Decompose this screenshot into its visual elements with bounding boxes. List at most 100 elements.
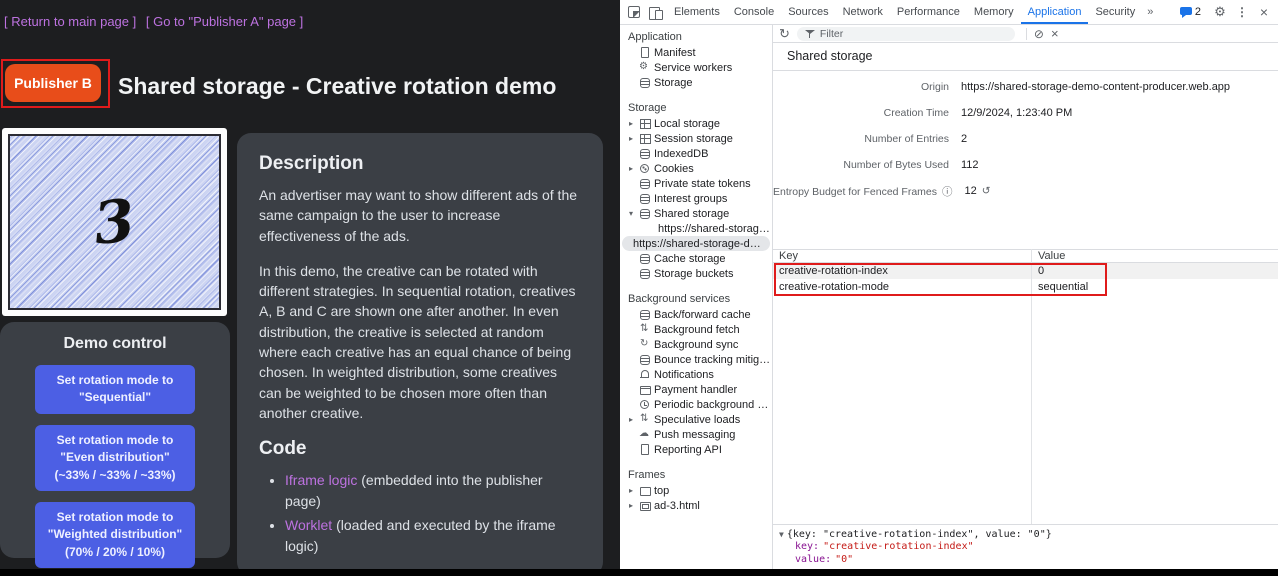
document-icon [639,47,650,58]
sidebar-item-label: Private state tokens [654,178,751,190]
page-nav-links: [ Return to main page ] [ Go to "Publish… [4,14,309,29]
section-header-application: Application [620,29,772,45]
sidebar-item-label: Background sync [654,339,738,351]
sidebar-item-periodic-background-s[interactable]: Periodic background s… [620,397,772,412]
demo-control-title: Demo control [0,335,230,353]
tab-application[interactable]: Application [1021,0,1089,24]
return-main-link[interactable]: [ Return to main page ] [4,14,136,29]
tab-network[interactable]: Network [836,0,890,24]
reset-budget-icon[interactable]: ↺ [982,185,991,197]
metadata-value: 12/9/2024, 1:23:40 PM [961,107,1072,119]
sidebar-item-storage[interactable]: Storage [620,75,772,90]
tab-elements[interactable]: Elements [667,0,727,24]
sidebar-item-indexeddb[interactable]: IndexedDB [620,146,772,161]
devtools-tabbar: ElementsConsoleSourcesNetworkPerformance… [620,0,1278,25]
sidebar-item-background-fetch[interactable]: Background fetch [620,322,772,337]
tab-console[interactable]: Console [727,0,781,24]
sidebar-item-private-state-tokens[interactable]: Private state tokens [620,176,772,191]
settings-gear-icon[interactable]: ⚙ [1209,0,1231,24]
metadata-value: 12↺ [965,185,991,197]
rotation-mode-button-weighted-distribution[interactable]: Set rotation mode to"Weighted distributi… [35,502,195,568]
code-title: Code [259,438,581,460]
publisher-page: [ Return to main page ] [ Go to "Publish… [0,0,620,576]
sidebar-item-bounce-tracking-mitiga[interactable]: Bounce tracking mitiga… [620,352,772,367]
sidebar-item-notifications[interactable]: Notifications [620,367,772,382]
sidebar-item-local-storage[interactable]: ▸Local storage [620,116,772,131]
issues-count: 2 [1195,6,1201,18]
filter-input[interactable]: Filter [797,27,1015,41]
code-link-iframe-logic[interactable]: Iframe logic [285,472,357,488]
sidebar-item-session-storage[interactable]: ▸Session storage [620,131,772,146]
expand-caret-icon[interactable]: ▼ [779,530,784,539]
sidebar-item-label: Interest groups [654,193,727,205]
sidebar-item-cache-storage[interactable]: Cache storage [620,251,772,266]
sidebar-item-label: https://shared-storage-d… [633,238,761,250]
sidebar-item-background-sync[interactable]: Background sync [620,337,772,352]
table-row-creative-rotation-mode[interactable]: creative-rotation-modesequential [773,279,1278,295]
sidebar-item-back-forward-cache[interactable]: Back/forward cache [620,307,772,322]
info-icon[interactable]: ⓘ [942,186,953,198]
button-line: Set rotation mode to [39,372,191,389]
tab-sources[interactable]: Sources [781,0,835,24]
publisher-b-badge[interactable]: Publisher B [5,64,101,102]
preview-props: key:"creative-rotation-index"value:"0" [779,541,1272,566]
gear-icon [639,62,650,73]
issues-badge[interactable]: 2 [1180,6,1201,18]
metadata-row-number-of-entries: Number of Entries2 [773,126,1278,152]
section-header-background-services: Background services [620,291,772,307]
sidebar-item-service-workers[interactable]: Service workers [620,60,772,75]
sidebar-item-label: Cookies [654,163,694,175]
table-icon [639,118,650,129]
sidebar-item-label: top [654,485,669,497]
sidebar-item-top[interactable]: ▸top [620,483,772,498]
sidebar-item-interest-groups[interactable]: Interest groups [620,191,772,206]
metadata-value: https://shared-storage-demo-content-prod… [961,81,1230,93]
sidebar-item-shared-storage[interactable]: ▾Shared storage [620,206,772,221]
cell-value: 0 [1031,263,1044,279]
devtools-window: ElementsConsoleSourcesNetworkPerformance… [620,0,1278,576]
sidebar-item-speculative-loads[interactable]: ▸Speculative loads [620,412,772,427]
close-devtools-icon[interactable]: × [1253,0,1275,24]
sidebar-item-ad-3-html[interactable]: ▸ad-3.html [620,498,772,513]
sidebar-item-manifest[interactable]: Manifest [620,45,772,60]
delete-selected-icon[interactable]: × [1051,26,1059,41]
sidebar-item-payment-handler[interactable]: Payment handler [620,382,772,397]
sidebar-item-https-shared-storage-d[interactable]: https://shared-storage-d… [620,221,772,236]
metadata-row-creation-time: Creation Time12/9/2024, 1:23:40 PM [773,100,1278,126]
database-icon [639,253,650,264]
rotation-mode-button-sequential[interactable]: Set rotation mode to"Sequential" [35,365,195,414]
updown-icon [639,414,650,425]
tab-memory[interactable]: Memory [967,0,1021,24]
shared-storage-metadata: Originhttps://shared-storage-demo-conten… [773,71,1278,243]
sidebar-item-label: Storage buckets [654,268,734,280]
sidebar-item-cookies[interactable]: ▸Cookies [620,161,772,176]
shared-storage-section-title: Shared storage [773,43,1278,71]
sidebar-item-reporting-api[interactable]: Reporting API [620,442,772,457]
sidebar-item-https-shared-storage-d[interactable]: https://shared-storage-d… [622,236,770,251]
more-tabs-icon[interactable]: » [1142,6,1158,18]
tab-security[interactable]: Security [1088,0,1142,24]
rotation-mode-button-even-distribution[interactable]: Set rotation mode to"Even distribution"(… [35,425,195,491]
sidebar-item-label: ad-3.html [654,500,700,512]
column-divider[interactable] [1031,249,1032,524]
tab-performance[interactable]: Performance [890,0,967,24]
clear-all-icon[interactable]: ⊘ [1034,27,1044,41]
sidebar-item-storage-buckets[interactable]: Storage buckets [620,266,772,281]
table-row-creative-rotation-index[interactable]: creative-rotation-index0 [773,263,1278,279]
device-toolbar-icon[interactable] [645,0,667,24]
sidebar-item-push-messaging[interactable]: Push messaging [620,427,772,442]
database-icon [639,268,650,279]
kebab-menu-icon[interactable]: ⋮ [1231,0,1253,24]
inspect-element-icon[interactable] [623,0,645,24]
column-header-value[interactable]: Value [1031,250,1065,262]
page-title: Shared storage - Creative rotation demo [118,73,556,100]
refresh-icon[interactable]: ↻ [779,27,790,41]
shared-storage-toolbar: ↻ Filter ⊘ × [773,25,1278,43]
demo-control-panel: Demo control Set rotation mode to"Sequen… [0,322,230,558]
sidebar-item-label: Payment handler [654,384,737,396]
publisher-a-link[interactable]: [ Go to "Publisher A" page ] [146,14,303,29]
database-icon [639,309,650,320]
column-header-key[interactable]: Key [773,250,1031,262]
code-link-worklet[interactable]: Worklet [285,517,332,533]
filter-placeholder: Filter [820,28,843,40]
